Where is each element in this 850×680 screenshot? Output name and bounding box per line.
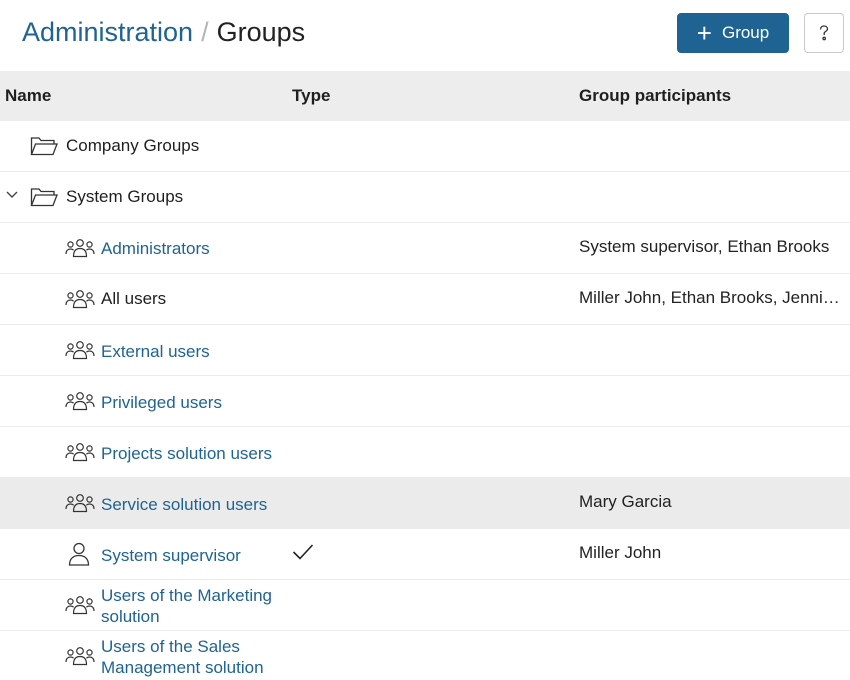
users-group-icon [65, 647, 95, 666]
table-row-privileged-users[interactable]: Privileged users [0, 376, 850, 427]
table-row-system-supervisor[interactable]: System supervisor Miller John [0, 529, 850, 580]
row-participants: System supervisor, Ethan Brooks [579, 237, 830, 256]
help-icon [819, 25, 829, 41]
table-row-external-users[interactable]: External users [0, 325, 850, 376]
table-row-users-marketing-solution[interactable]: Users of the Marketing solution [0, 580, 850, 631]
row-name-link[interactable]: Privileged users [101, 393, 222, 413]
add-group-label: Group [721, 23, 770, 42]
folder-open-icon [30, 188, 58, 207]
chevron-down-icon[interactable] [5, 190, 19, 200]
add-group-button[interactable]: + Group [677, 13, 789, 53]
column-header-participants[interactable]: Group participants [579, 86, 731, 106]
page-header: Administration / Groups + Group [0, 0, 850, 71]
table-row-administrators[interactable]: Administrators System supervisor, Ethan … [0, 223, 850, 274]
users-group-icon [65, 443, 95, 462]
users-group-icon [65, 596, 95, 615]
folder-icon [30, 137, 58, 156]
page-title: Groups [216, 17, 306, 47]
users-group-icon [65, 290, 95, 309]
users-group-icon [65, 392, 95, 411]
row-name-link[interactable]: Service solution users [101, 495, 267, 515]
breadcrumb: Administration / Groups [22, 17, 305, 48]
column-header-type[interactable]: Type [292, 86, 330, 106]
users-group-icon [65, 494, 95, 513]
checkmark-icon [292, 544, 314, 560]
row-name: System Groups [66, 187, 184, 206]
table-row-company-groups[interactable]: Company Groups [0, 121, 850, 172]
row-name: All users [101, 289, 167, 308]
breadcrumb-administration-link[interactable]: Administration [22, 17, 193, 47]
table-row-projects-solution-users[interactable]: Projects solution users [0, 427, 850, 478]
breadcrumb-separator: / [201, 17, 209, 47]
table-header: Name Type Group participants [0, 71, 850, 121]
table-row-users-sales-management-solution[interactable]: Users of the Sales Management solution [0, 631, 850, 680]
row-participants: Miller John, Ethan Brooks, Jennifer [579, 288, 841, 307]
row-name-link[interactable]: Users of the Marketing solution [101, 585, 291, 627]
table-row-service-solution-users[interactable]: Service solution users Mary Garcia [0, 478, 850, 529]
row-name-link[interactable]: Administrators [101, 239, 210, 259]
help-button[interactable] [804, 13, 844, 53]
groups-table: Name Type Group participants Company Gro… [0, 71, 850, 680]
user-icon [68, 542, 90, 566]
row-participants: Miller John [579, 543, 662, 562]
row-name-link[interactable]: Projects solution users [101, 444, 272, 464]
row-name-link[interactable]: External users [101, 342, 210, 362]
row-name: Company Groups [66, 136, 200, 155]
table-row-system-groups[interactable]: System Groups [0, 172, 850, 223]
table-row-all-users[interactable]: All users Miller John, Ethan Brooks, Jen… [0, 274, 850, 325]
plus-icon: + [696, 18, 712, 48]
users-group-icon [65, 239, 95, 258]
row-participants: Mary Garcia [579, 492, 672, 511]
column-header-name[interactable]: Name [5, 86, 51, 106]
row-name-link[interactable]: Users of the Sales Management solution [101, 636, 291, 678]
row-name-link[interactable]: System supervisor [101, 546, 241, 566]
users-group-icon [65, 341, 95, 360]
